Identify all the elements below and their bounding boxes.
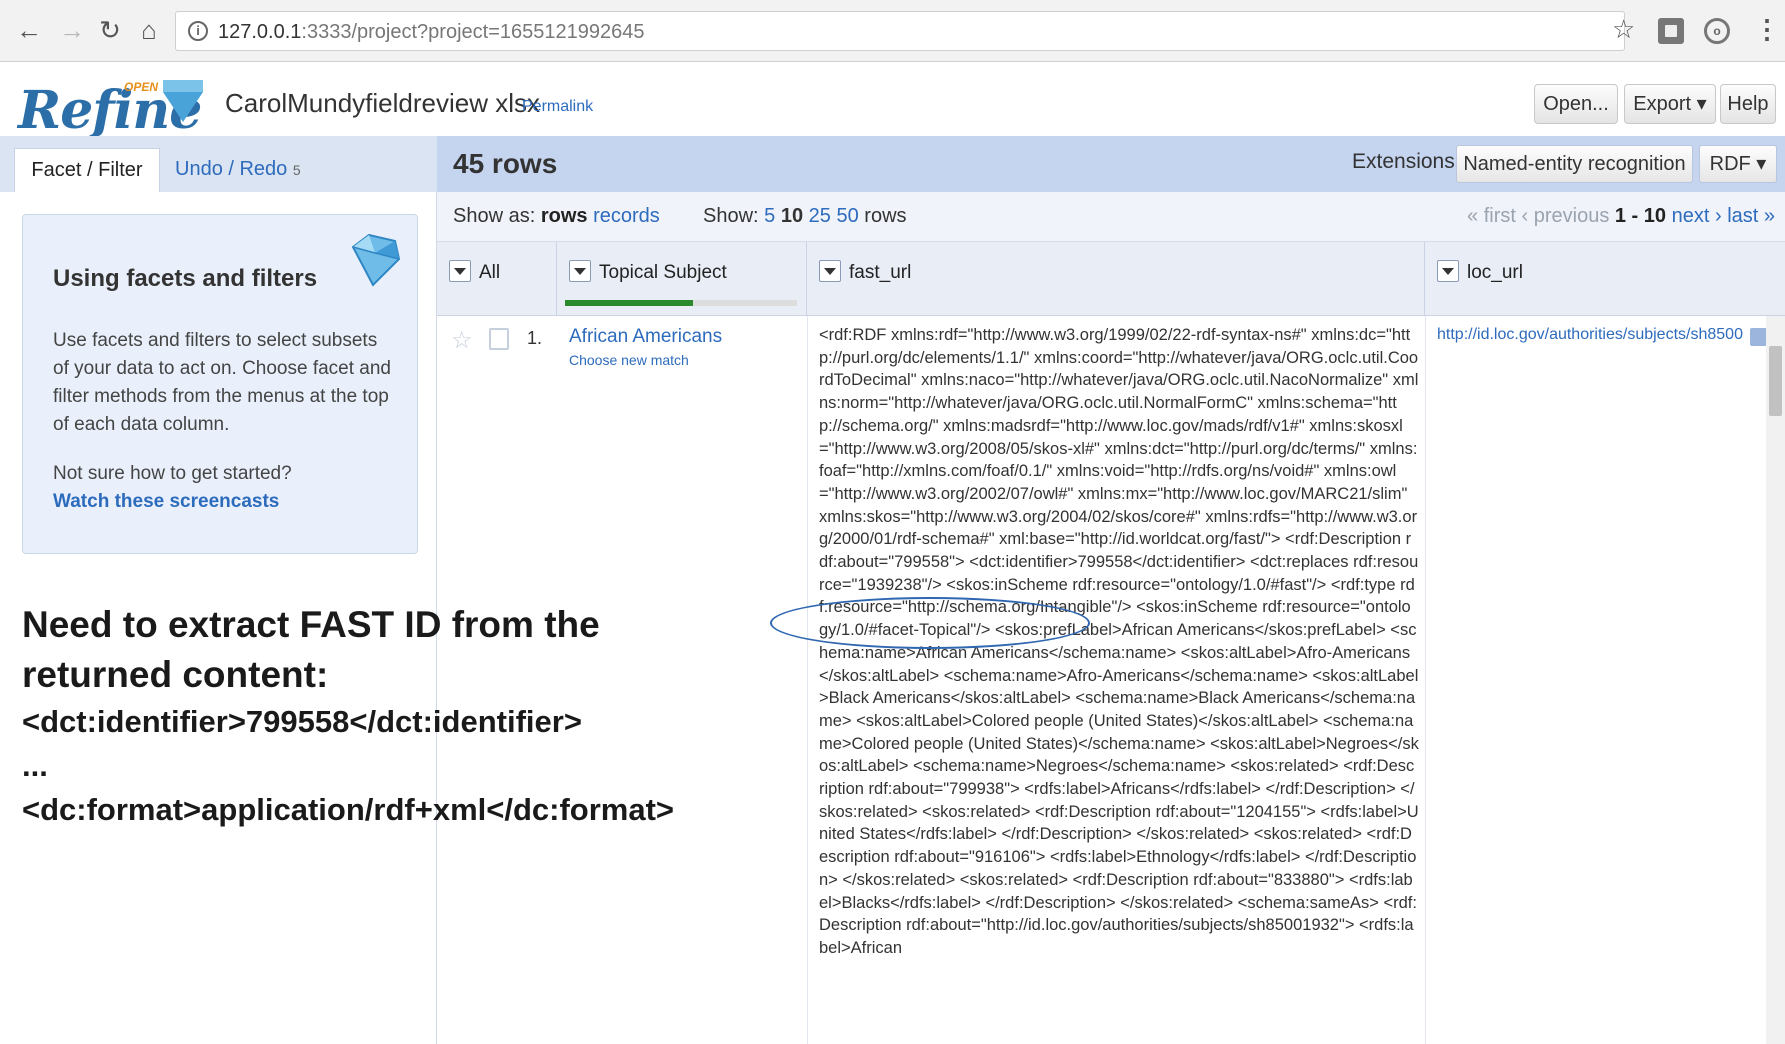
view-options-bar: Show as: rows records Show: 5 10 25 50 r…	[437, 192, 1785, 242]
dropdown-icon[interactable]	[1437, 260, 1459, 282]
annotation-ellipse	[770, 597, 1090, 649]
project-name[interactable]: CarolMundyfieldreview xlsx	[225, 88, 540, 119]
page-size-group: Show: 5 10 25 50 rows	[703, 205, 907, 228]
ner-extension-button[interactable]: Named-entity recognition ▾	[1456, 145, 1693, 211]
profile-extension-icon[interactable]: o	[1704, 18, 1730, 44]
annotation-line: Need to extract FAST ID from the	[22, 604, 600, 645]
reconciliation-progress-bar	[565, 300, 797, 306]
tab-undo-label: Undo / Redo	[175, 158, 288, 180]
left-tabs-bar: Facet / Filter Undo / Redo 5	[0, 136, 437, 192]
annotation-line: ...	[22, 748, 48, 783]
tab-facet-filter[interactable]: Facet / Filter	[14, 148, 160, 192]
url-text[interactable]: 127.0.0.1:3333/project?project=165512199…	[218, 21, 645, 44]
choose-new-match-link[interactable]: Choose new match	[569, 352, 689, 368]
page-size-50[interactable]: 50	[836, 205, 858, 227]
url-host: 127.0.0.1	[218, 21, 302, 43]
rows-count: 45 rows	[453, 148, 558, 179]
show-rows-suffix: rows	[864, 205, 907, 227]
back-icon[interactable]: ←	[12, 13, 46, 47]
column-header-fast-url: fast_url	[807, 242, 1425, 316]
column-header-loc-url: loc_url	[1425, 242, 1785, 316]
forward-icon[interactable]: →	[55, 13, 89, 47]
export-button[interactable]: Export ▾	[1624, 84, 1716, 124]
logo-badge: OPEN	[124, 80, 159, 94]
address-bar[interactable]: i 127.0.0.1:3333/project?project=1655121…	[175, 11, 1625, 51]
pager-next[interactable]: next ›	[1672, 205, 1722, 227]
page-size-10[interactable]: 10	[781, 205, 803, 227]
dropdown-icon[interactable]	[449, 260, 471, 282]
column-name: loc_url	[1467, 262, 1523, 283]
logo-diamond-icon	[163, 80, 203, 122]
help-button[interactable]: Help	[1720, 84, 1776, 124]
home-icon[interactable]: ⌂	[132, 13, 166, 47]
reload-icon[interactable]: ↻	[93, 13, 127, 47]
open-button[interactable]: Open...	[1534, 84, 1618, 124]
annotation-text: Need to extract FAST ID from the returne…	[22, 600, 674, 832]
bookmark-star-icon[interactable]: ☆	[1612, 14, 1635, 45]
show-as-group: Show as: rows records	[453, 205, 660, 228]
scrollbar-thumb[interactable]	[1769, 346, 1782, 416]
browser-toolbar: ← → ↻ ⌂ i 127.0.0.1:3333/project?project…	[0, 0, 1785, 62]
tab-undo-redo[interactable]: Undo / Redo 5	[175, 148, 301, 192]
row-number: 1.	[527, 328, 543, 348]
rdf-extension-button[interactable]: RDF ▾	[1699, 145, 1777, 183]
gem-icon	[351, 233, 401, 287]
column-divider	[1425, 316, 1426, 1044]
annotation-line: returned content:	[22, 654, 329, 695]
screencasts-link[interactable]: Watch these screencasts	[53, 491, 279, 513]
column-name: fast_url	[849, 262, 912, 283]
help-question: Not sure how to get started?	[53, 463, 292, 484]
column-name: All	[479, 262, 501, 283]
annotation-line: <dct:identifier>799558</dct:identifier>	[22, 704, 582, 739]
left-panel: Facet / Filter Undo / Redo 5 Using facet…	[0, 136, 437, 1044]
column-header-row: All Topical Subject fast_url loc_url	[437, 242, 1785, 316]
column-header-all: All	[437, 242, 557, 316]
data-grid-panel: 45 rows Extensions: Named-entity recogni…	[437, 136, 1785, 1044]
column-name: Topical Subject	[599, 262, 727, 283]
page-size-5[interactable]: 5	[764, 205, 775, 227]
scrollbar[interactable]	[1766, 316, 1785, 1044]
help-title: Using facets and filters	[53, 265, 318, 292]
undo-count: 5	[292, 162, 301, 178]
url-path: :3333/project?project=1655121992645	[301, 21, 645, 43]
show-as-records[interactable]: records	[593, 205, 660, 227]
app-header: Refine OPEN CarolMundyfieldreview xlsx P…	[0, 62, 1785, 141]
pager-range: 1 - 10	[1614, 205, 1667, 227]
info-icon[interactable]: i	[188, 21, 208, 41]
row-flag-icon[interactable]	[489, 328, 509, 350]
pager-previous[interactable]: ‹ previous	[1522, 205, 1610, 227]
loc-url-cell[interactable]: http://id.loc.gov/authorities/subjects/s…	[1437, 326, 1743, 344]
row-star-icon[interactable]: ☆	[451, 326, 473, 355]
show-as-rows[interactable]: rows	[541, 205, 588, 227]
column-divider	[807, 316, 808, 1044]
extensions-label: Extensions:	[1352, 150, 1461, 173]
topical-subject-match[interactable]: African Americans	[569, 326, 722, 348]
help-body: Use facets and filters to select subsets…	[53, 330, 392, 435]
permalink-link[interactable]: Permalink	[522, 98, 593, 116]
menu-icon[interactable]: ⋮	[1754, 14, 1780, 45]
show-label: Show:	[703, 205, 759, 227]
pager-first[interactable]: « first	[1467, 205, 1516, 227]
extension-icon[interactable]	[1658, 18, 1684, 44]
reconciliation-progress-fill	[565, 300, 693, 306]
facet-help-box: Using facets and filters Use facets and …	[22, 214, 418, 554]
rows-summary-bar: 45 rows Extensions: Named-entity recogni…	[437, 136, 1785, 211]
pager-last[interactable]: last »	[1727, 205, 1775, 227]
dropdown-icon[interactable]	[569, 260, 591, 282]
pager: « first ‹ previous 1 - 10 next › last »	[1467, 205, 1775, 228]
show-as-label: Show as:	[453, 205, 536, 227]
dropdown-icon[interactable]	[819, 260, 841, 282]
annotation-line: <dc:format>application/rdf+xml</dc:forma…	[22, 792, 675, 827]
page-size-25[interactable]: 25	[809, 205, 831, 227]
